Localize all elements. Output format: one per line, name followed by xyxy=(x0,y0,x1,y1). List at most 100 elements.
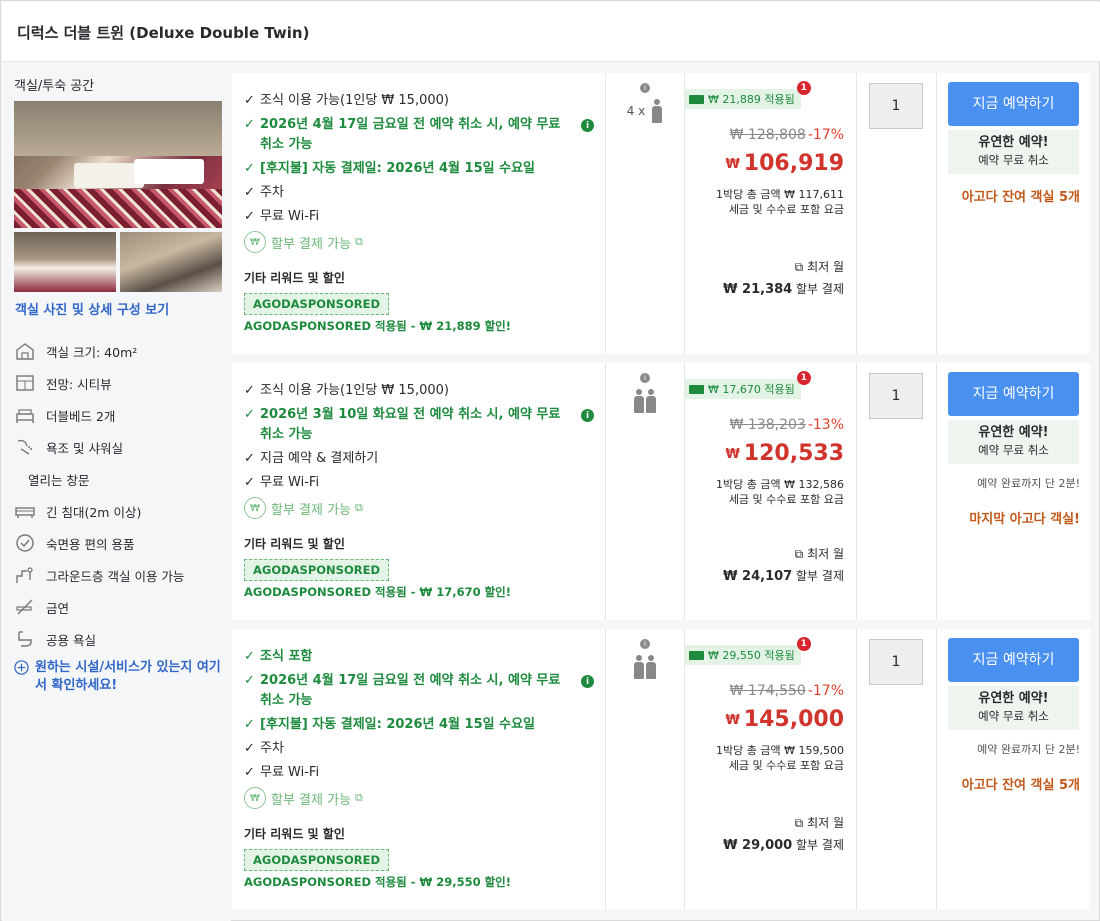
person-icon xyxy=(634,655,644,679)
check-icon: ✓ xyxy=(244,741,255,756)
flexible-booking-title: 유연한 예약! xyxy=(978,135,1049,150)
check-icon: ✓ xyxy=(244,383,255,398)
occupancy-cell: i xyxy=(606,629,685,910)
plus-circle-icon xyxy=(14,660,29,679)
info-icon[interactable]: i xyxy=(581,409,594,422)
urgency-note: 예약 완료까지 단 2분! xyxy=(977,477,1080,490)
book-now-button[interactable]: 지금 예약하기 xyxy=(948,82,1079,126)
amenity-list: 객실 크기: 40m² 전망: 시티뷰 더블베드 2개 욕조 및 샤워실 열리는 창문 긴… xyxy=(14,335,224,695)
occupancy-cell: i 4 x xyxy=(606,73,685,354)
rewards-title: 기타 리워드 및 할인 xyxy=(244,827,345,841)
monthly-installment[interactable]: ⧉ 최저 월 ₩ 21,384 할부 결제 xyxy=(723,256,844,301)
room-quantity-select[interactable]: 1 xyxy=(869,373,923,419)
installment-link[interactable]: ₩ 할부 결제 가능 ⧉ xyxy=(244,231,594,253)
rewards-title: 기타 리워드 및 할인 xyxy=(244,537,345,551)
current-price: ₩106,919 xyxy=(725,151,844,176)
benefit-item: ✓ 지금 예약 & 결제하기 xyxy=(244,449,594,469)
room-photos-link[interactable]: 객실 사진 및 상세 구성 보기 xyxy=(15,299,169,318)
currency-symbol: ₩ xyxy=(725,447,740,462)
ticket-icon xyxy=(689,384,704,394)
room-photo-thumb-1[interactable] xyxy=(14,232,116,292)
current-price-value: 145,000 xyxy=(743,707,844,732)
installment-link[interactable]: ₩ 할부 결제 가능 ⧉ xyxy=(244,497,594,519)
person-icon xyxy=(646,389,656,413)
per-night-line: 1박당 총 금액 ₩ 117,611 xyxy=(716,188,844,201)
rate-row: ✓ 조식 포함 ✓ 2026년 4월 17일 금요일 전 예약 취소 시, 예약 무료… xyxy=(232,629,1090,910)
benefit-label: 주차 xyxy=(260,741,284,756)
quantity-cell: 1 xyxy=(857,363,937,620)
room-photo-main[interactable] xyxy=(14,101,222,228)
check-icon: ✓ xyxy=(244,717,255,732)
monthly-amount-row: ₩ 21,384 할부 결제 xyxy=(723,278,844,301)
info-icon[interactable]: i xyxy=(581,119,594,132)
check-icon: ✓ xyxy=(244,451,255,466)
check-circle-icon xyxy=(14,533,36,553)
occupancy-icons xyxy=(606,655,684,679)
installment-icon: ₩ xyxy=(244,231,266,253)
monthly-label-row: ⧉ 최저 월 xyxy=(723,812,844,834)
deal-count-badge: 1 xyxy=(796,371,811,385)
amenity-item: 더블베드 2개 xyxy=(14,399,224,431)
tax-note: 세금 및 수수료 포함 요금 xyxy=(728,493,844,506)
ground-floor-icon xyxy=(14,565,36,585)
installment-label: 할부 결제 가능 xyxy=(271,502,352,518)
monthly-installment[interactable]: ⧉ 최저 월 ₩ 24,107 할부 결제 xyxy=(723,543,844,588)
benefit-item: ✓ 주차 xyxy=(244,183,594,203)
monthly-suffix: 할부 결제 xyxy=(792,838,844,852)
room-quantity-select[interactable]: 1 xyxy=(869,83,923,129)
monthly-label-row: ⧉ 최저 월 xyxy=(723,256,844,278)
check-icon: ✓ xyxy=(244,93,255,108)
free-cancel-label: 예약 무료 취소 xyxy=(978,709,1049,723)
monthly-amount: ₩ 21,384 xyxy=(723,282,793,297)
benefit-item: ✓ [후지불] 자동 결제일: 2026년 4월 15일 수요일 xyxy=(244,159,594,179)
check-icon: ✓ xyxy=(244,209,255,224)
occupancy-count: 4 x xyxy=(626,104,646,118)
currency-symbol: ₩ xyxy=(725,157,740,172)
benefit-item: ✓ 2026년 3월 10일 화요일 전 예약 취소 시, 예약 무료 취소 가능… xyxy=(244,405,594,445)
room-photo-thumb-2[interactable] xyxy=(120,232,222,292)
check-icon: ✓ xyxy=(244,117,255,132)
sponsored-tag: AGODASPONSORED xyxy=(244,293,389,315)
benefit-label: 2026년 4월 17일 금요일 전 예약 취소 시, 예약 무료 취소 가능 xyxy=(260,673,561,708)
info-icon[interactable]: i xyxy=(640,639,650,649)
room-quantity-select[interactable]: 1 xyxy=(869,639,923,685)
current-price: ₩145,000 xyxy=(725,707,844,732)
external-link-icon: ⧉ xyxy=(355,501,363,514)
benefit-item: ✓ 무료 Wi-Fi xyxy=(244,473,594,493)
amenity-item: 숙면용 편의 용품 xyxy=(14,527,224,559)
info-icon[interactable]: i xyxy=(640,373,650,383)
benefit-list: ✓ 조식 포함 ✓ 2026년 4월 17일 금요일 전 예약 취소 시, 예약 무료… xyxy=(244,647,594,809)
rate-features: ✓ 조식 이용 가능(1인당 ₩ 15,000) ✓ 2026년 4월 17일 금요일… xyxy=(232,73,606,354)
benefit-item: ✓ 무료 Wi-Fi xyxy=(244,763,594,783)
book-now-button[interactable]: 지금 예약하기 xyxy=(948,638,1079,682)
quantity-cell: 1 xyxy=(857,73,937,354)
deal-count-badge: 1 xyxy=(796,637,811,651)
deal-badge: ₩ 29,550 적용됨 1 xyxy=(685,637,811,665)
installment-icon: ₩ xyxy=(244,787,266,809)
bed-icon xyxy=(14,405,36,425)
section-title: 객실/투숙 공간 xyxy=(14,79,95,94)
amenity-label: 객실 크기: 40m² xyxy=(46,344,138,360)
installment-link[interactable]: ₩ 할부 결제 가능 ⧉ xyxy=(244,787,594,809)
current-price-value: 106,919 xyxy=(743,151,844,176)
benefit-item: ✓ 조식 포함 xyxy=(244,647,594,667)
check-icon: ✓ xyxy=(244,185,255,200)
external-link-icon: ⧉ xyxy=(794,547,808,561)
flexible-booking-box: 유연한 예약! 예약 무료 취소 xyxy=(948,686,1079,730)
free-cancel-label: 예약 무료 취소 xyxy=(978,443,1049,457)
occupancy-cell: i xyxy=(606,363,685,620)
monthly-installment[interactable]: ⧉ 최저 월 ₩ 29,000 할부 결제 xyxy=(723,812,844,857)
sponsored-tag: AGODASPONSORED xyxy=(244,849,389,871)
amenity-item: 공용 욕실 xyxy=(14,623,224,655)
monthly-amount: ₩ 24,107 xyxy=(723,569,793,584)
benefit-item: ✓ 조식 이용 가능(1인당 ₩ 15,000) xyxy=(244,91,594,111)
currency-symbol: ₩ xyxy=(725,713,740,728)
flexible-booking-box: 유연한 예약! 예약 무료 취소 xyxy=(948,130,1079,174)
sponsored-text: AGODASPONSORED 적용됨 - ₩ 29,550 할인! xyxy=(244,875,511,889)
info-icon[interactable]: i xyxy=(581,675,594,688)
info-icon[interactable]: i xyxy=(640,83,650,93)
book-now-button[interactable]: 지금 예약하기 xyxy=(948,372,1079,416)
flexible-booking-title: 유연한 예약! xyxy=(978,425,1049,440)
facility-search-link[interactable]: 원하는 시설/서비스가 있는지 여기서 확인하세요! xyxy=(14,659,224,695)
rate-features: ✓ 조식 포함 ✓ 2026년 4월 17일 금요일 전 예약 취소 시, 예약 무료… xyxy=(232,629,606,910)
